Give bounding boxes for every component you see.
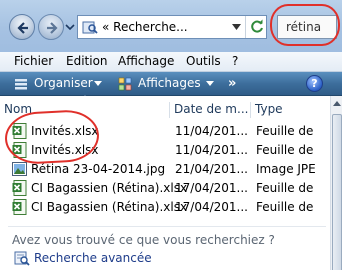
views-label: Affichages [138,76,201,90]
column-date-label: Date de m... [174,102,249,116]
file-type: Feuille de [256,200,314,214]
file-type: Feuille de [256,143,314,157]
back-button[interactable] [9,14,35,40]
excel-file-icon [12,180,27,196]
advanced-search-label[interactable]: Recherche avancée [34,251,152,265]
arrow-right-icon [47,22,58,34]
file-date: 21/04/201... [175,162,248,176]
menu-edition[interactable]: Edition [66,54,108,68]
column-header-date[interactable]: Date de m... [170,102,251,118]
excel-file-icon [12,199,27,215]
column-type-label: Type [255,102,283,116]
vertical-scrollbar[interactable] [330,96,342,270]
refresh-icon[interactable] [249,19,265,35]
column-header-type[interactable]: Type [251,102,330,118]
search-feedback-question: Avez vous trouvé ce que vous recherchiez… [12,233,275,247]
navigation-bar: « Recherche... rétina [0,0,342,52]
file-date: 17/04/201... [175,200,248,214]
file-row[interactable]: CI Bagassien (Rétina).xlsx 17/04/201... … [0,179,330,197]
file-date: 11/04/201... [175,143,248,157]
file-date: 11/04/201... [175,124,248,138]
views-dropdown-icon [206,81,214,86]
more-commands-button[interactable]: » [228,76,236,91]
help-button[interactable]: ? [306,75,323,92]
command-bar: Organiser Affichages » [0,72,342,96]
arrow-left-icon [17,22,28,34]
menu-help[interactable]: ? [232,54,238,68]
organize-icon [15,79,27,90]
menu-outils[interactable]: Outils [186,54,221,68]
file-name: CI Bagassien (Rétina).xlsx [31,181,188,195]
file-type: Feuille de [256,124,314,138]
footer-divider [8,226,326,227]
address-bar[interactable]: « Recherche... [77,15,267,39]
recent-pages-dropdown-icon[interactable] [65,22,75,32]
file-row[interactable]: CI Bagassien (Rétina).xlsx 17/04/201... … [0,198,330,216]
forward-button[interactable] [38,14,64,40]
address-dropdown-icon[interactable] [232,24,241,30]
scroll-up-icon[interactable] [333,100,341,106]
menu-bar: Fichier Edition Affichage Outils ? [0,52,342,72]
menu-affichage[interactable]: Affichage [118,54,174,68]
organize-dropdown-icon [94,81,102,86]
file-type: Feuille de [256,181,314,195]
organize-button[interactable]: Organiser [14,76,109,92]
scrollbar-thumb[interactable] [332,114,342,270]
address-path[interactable]: « Recherche... [102,20,188,34]
views-icon [118,77,132,91]
advanced-search-link[interactable]: Recherche avancée [14,250,214,266]
file-type: Image JPE [256,162,316,176]
file-name: CI Bagassien (Rétina).xlsx [31,200,188,214]
file-date: 17/04/201... [175,181,248,195]
search-highlight-annotation [270,4,340,46]
views-button[interactable]: Affichages [118,76,218,92]
advanced-search-icon [14,251,30,266]
image-file-icon [12,162,27,176]
search-folder-icon [82,21,98,34]
file-name: Rétina 23-04-2014.jpg [31,162,166,176]
menu-fichier[interactable]: Fichier [14,54,53,68]
organize-label: Organiser [34,76,93,90]
address-divider [245,16,246,38]
